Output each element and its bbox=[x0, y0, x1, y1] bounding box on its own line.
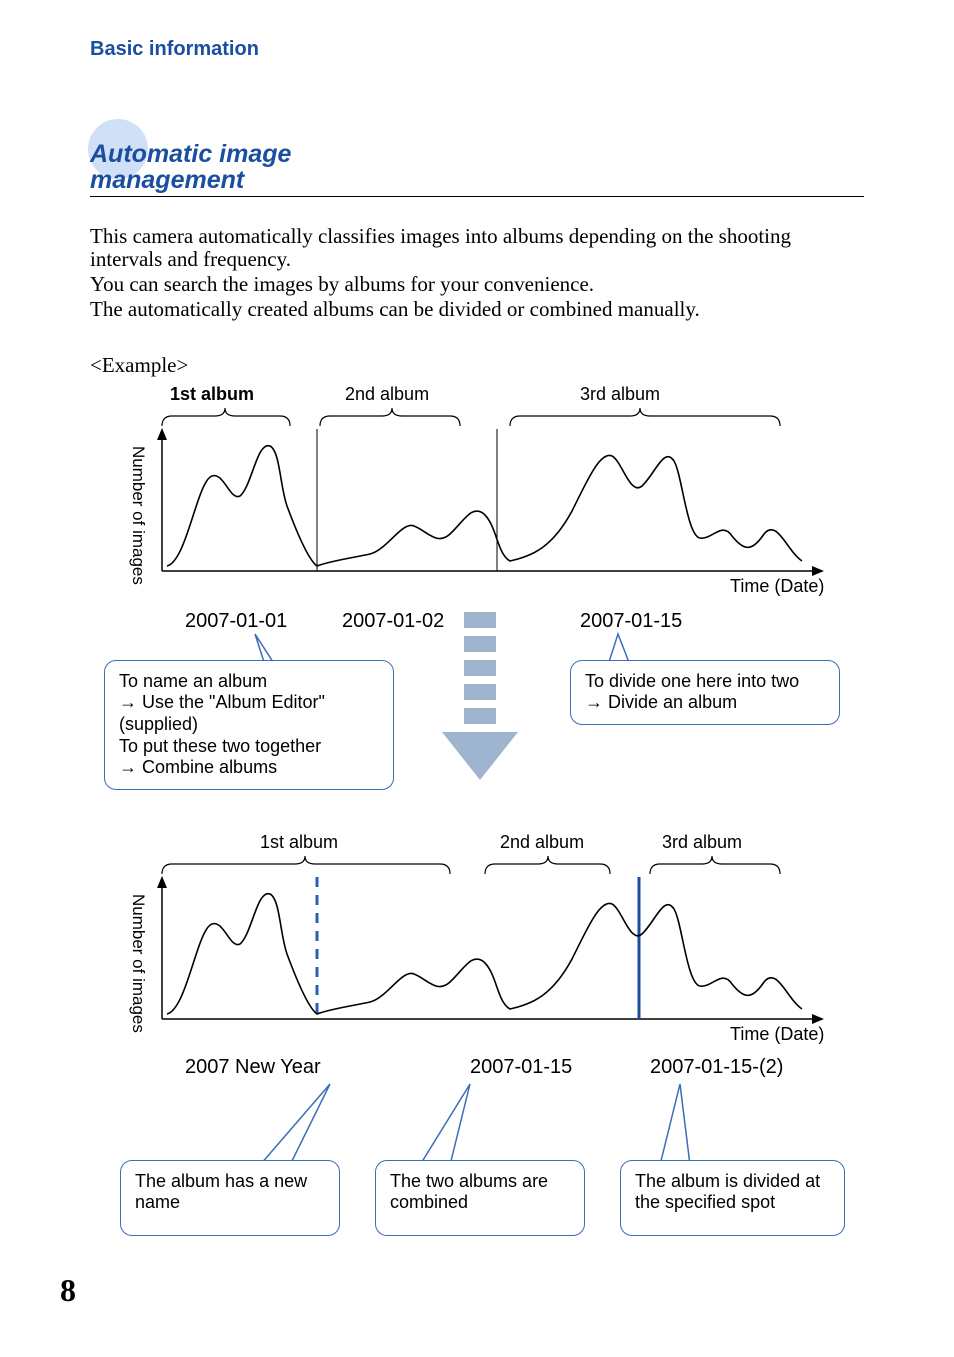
callout-text: Divide an album bbox=[608, 692, 737, 712]
album-label: 3rd album bbox=[580, 384, 660, 405]
x-axis-label: Time (Date) bbox=[730, 1024, 824, 1045]
down-arrow-icon bbox=[422, 612, 542, 802]
chart-bottom bbox=[152, 874, 872, 1034]
example-label: <Example> bbox=[90, 353, 864, 378]
callout-text: The album has a new name bbox=[135, 1171, 307, 1213]
paragraph: You can search the images by albums for … bbox=[90, 273, 864, 296]
x-axis-label: Time (Date) bbox=[730, 576, 824, 597]
album-label: 1st album bbox=[260, 832, 338, 853]
y-axis-label: Number of images bbox=[128, 446, 148, 566]
callout-line: → Divide an album bbox=[585, 692, 825, 714]
callout-line: → Use the "Album Editor" (supplied) bbox=[119, 692, 379, 735]
callout-line: To put these two together bbox=[119, 736, 379, 758]
callout-line: → Combine albums bbox=[119, 757, 379, 779]
breadcrumb: Basic information bbox=[90, 38, 864, 61]
callout-text: Use the "Album Editor" (supplied) bbox=[119, 692, 325, 734]
callout-line: To divide one here into two bbox=[585, 671, 825, 693]
callout-text: Combine albums bbox=[142, 757, 277, 777]
paragraph: The automatically created albums can be … bbox=[90, 298, 864, 321]
diagram: 1st album 2nd album 3rd album Number of … bbox=[90, 384, 860, 1284]
arrow-icon: → bbox=[119, 757, 137, 777]
heading-line-1: Automatic image bbox=[90, 140, 291, 168]
callout-box: The two albums are combined bbox=[375, 1160, 585, 1236]
callout-box: To name an album → Use the "Album Editor… bbox=[104, 660, 394, 790]
body-text: This camera automatically classifies ima… bbox=[90, 225, 864, 321]
section-heading-wrap: Automatic image management bbox=[90, 141, 864, 197]
section-heading: Automatic image management bbox=[90, 141, 864, 194]
y-axis-label: Number of images bbox=[128, 894, 148, 1014]
chart-top bbox=[152, 426, 872, 586]
callout-text: The two albums are combined bbox=[390, 1171, 548, 1213]
heading-line-2: management bbox=[90, 166, 244, 194]
callout-box: The album is divided at the specified sp… bbox=[620, 1160, 845, 1236]
album-label: 1st album bbox=[170, 384, 254, 405]
arrow-icon: → bbox=[119, 692, 137, 712]
callout-box: To divide one here into two → Divide an … bbox=[570, 660, 840, 725]
album-label: 2nd album bbox=[345, 384, 429, 405]
paragraph: This camera automatically classifies ima… bbox=[90, 225, 864, 271]
callout-box: The album has a new name bbox=[120, 1160, 340, 1236]
callout-line: To name an album bbox=[119, 671, 379, 693]
album-label: 3rd album bbox=[662, 832, 742, 853]
arrow-icon: → bbox=[585, 692, 603, 712]
album-label: 2nd album bbox=[500, 832, 584, 853]
page-number: 8 bbox=[60, 1272, 76, 1309]
callout-text: The album is divided at the specified sp… bbox=[635, 1171, 820, 1213]
